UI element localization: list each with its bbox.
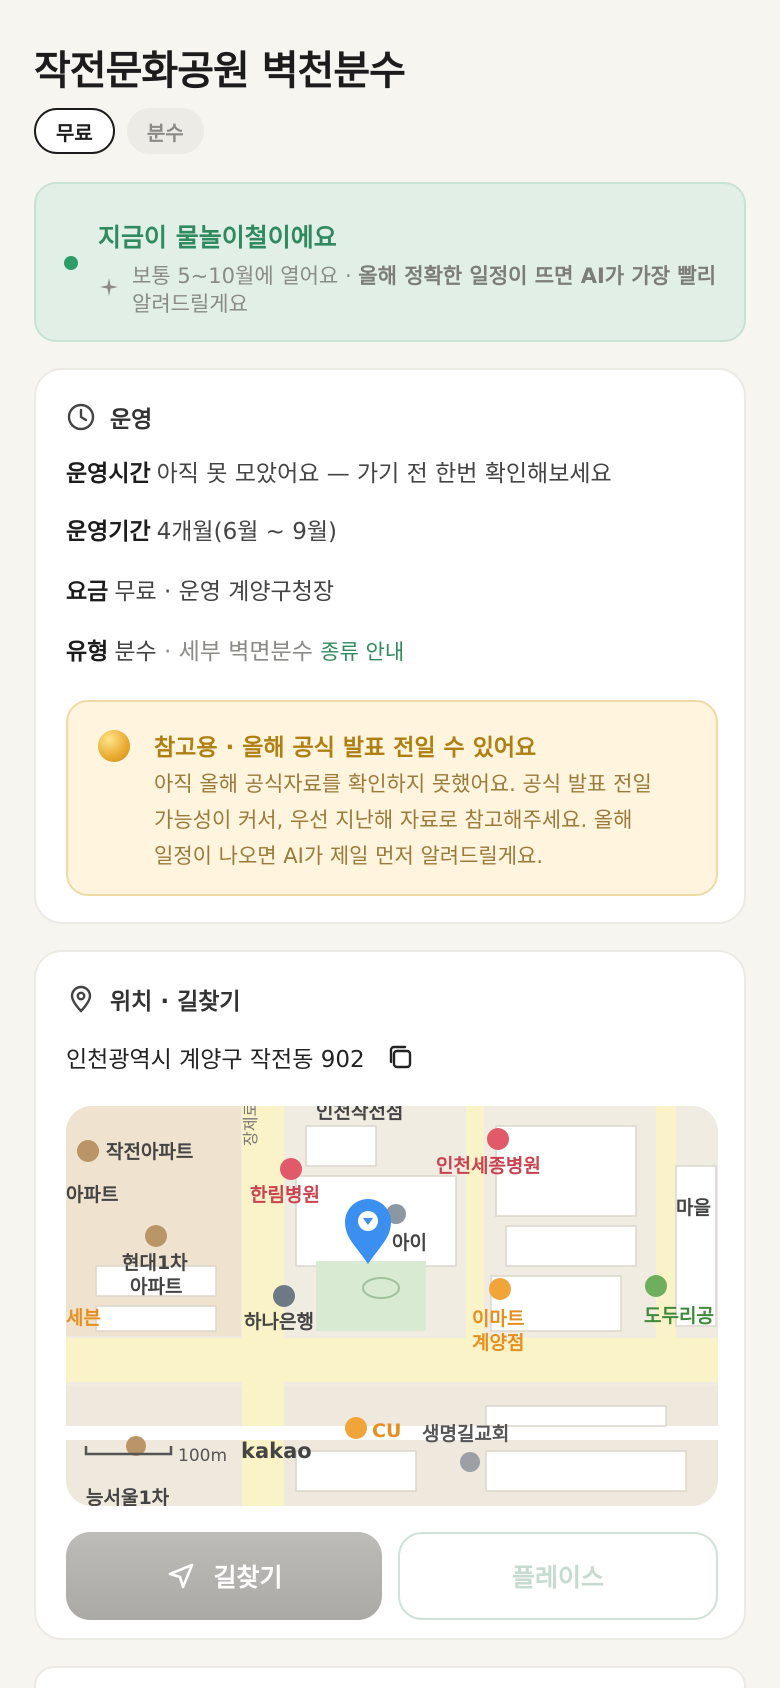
period-value: 4개월(6월 ~ 9월) [156,519,338,545]
season-sub-bold: 올해 정확한 일정이 뜨면 AI가 가장 빨리 [358,264,717,288]
map-label-apt2: 아파트 [66,1184,118,1206]
location-header: 위치 · 길찾기 [66,982,241,1016]
chip-fountain[interactable]: 분수 [126,108,204,154]
map-label-bottom: 능서울1차 [86,1487,170,1506]
notice-title: 참고용 · 올해 공식 발표 전일 수 있어요 [154,735,537,761]
coin-icon [98,730,130,762]
map-label-doduri: 도두리공 [644,1305,714,1327]
notice-line-1: 아직 올해 공식자료를 확인하지 못했어요. 공식 발표 전일 [154,772,652,796]
map-scale-label: 100m [178,1446,227,1466]
action-buttons: 길찾기 플레이스 [66,1532,718,1620]
map-label-cu: CU [372,1420,401,1442]
map-label-hospital1: 한림병원 [250,1184,320,1206]
season-subtext: 보통 5~10월에 열어요 · 올해 정확한 일정이 뜨면 AI가 가장 빨리알… [132,262,732,318]
map-label-apt1: 작전아파트 [106,1141,193,1163]
copy-icon[interactable] [385,1042,415,1072]
season-headline: 지금이 물놀이철이에요 [98,223,337,252]
row-fee: 요금 무료 · 운영 계양구청장 [66,572,334,606]
notice-line-2: 가능성이 커서, 우선 지난해 자료로 참고해주세요. 올해 [154,808,633,832]
fee-key: 요금 [66,579,109,605]
notice-line-3: 일정이 나오면 AI가 제일 먼저 알려드릴게요. [154,844,544,868]
next-card [34,1666,746,1688]
map-label-emart1: 이마트 [472,1308,524,1330]
page-title: 작전문화공원 벽천분수 [34,48,406,94]
map-label-maeul: 마을 [676,1197,711,1219]
map-label-ai: 아이 [392,1232,427,1254]
season-sub-rest: 알려드릴게요 [132,292,248,316]
type-key: 유형 [66,639,109,665]
reference-notice: 참고용 · 올해 공식 발표 전일 수 있어요 아직 올해 공식자료를 확인하지… [66,700,718,896]
address-text: 인천광역시 계양구 작전동 902 [66,1047,365,1073]
map-label-apt3a: 현대1차 [122,1252,188,1274]
map-label-top: 인천작전점 [316,1106,403,1123]
map-label-apt3b: 아파트 [130,1276,182,1298]
row-period: 운영기간 4개월(6월 ~ 9월) [66,512,337,546]
row-hours: 운영시간 아직 못 모았어요 — 가기 전 한번 확인해보세요 [66,454,612,488]
status-dot [64,256,78,270]
period-key: 운영기간 [66,519,151,545]
map-label-bank: 하나은행 [244,1311,314,1333]
operation-card: 운영 운영시간 아직 못 모았어요 — 가기 전 한번 확인해보세요 운영기간 4개… [34,368,746,924]
hours-key: 운영시간 [66,461,151,487]
map-pin-icon [70,985,92,1013]
map-label-church: 생명길교회 [422,1423,509,1445]
chip-free[interactable]: 무료 [34,108,115,154]
clock-icon [67,403,95,431]
navigation-arrow-icon [169,1563,194,1589]
hours-value: 아직 못 모았어요 — 가기 전 한번 확인해보세요 [156,461,612,487]
map-canvas[interactable]: 작전아파트 아파트 현대1차 아파트 한림병원 인천세종병원 하나은행 이마트 … [66,1106,718,1506]
type-detail: · 세부 벽면분수 [156,639,313,665]
sparkle-icon [100,278,118,296]
fee-value: 무료 · 운영 계양구청장 [114,579,335,605]
directions-button[interactable]: 길찾기 [66,1532,382,1620]
location-card: 위치 · 길찾기 인천광역시 계양구 작전동 902 작전아파트 아파트 현대1… [34,950,746,1640]
place-button[interactable]: 플레이스 [398,1532,718,1620]
type-value: 분수 [114,639,157,665]
type-guide-link[interactable]: 종류 안내 [320,640,404,664]
season-banner: 지금이 물놀이철이에요 보통 5~10월에 열어요 · 올해 정확한 일정이 뜨… [34,182,746,342]
location-heading: 위치 · 길찾기 [110,989,241,1015]
map-label-road: 장제로 [241,1106,260,1146]
operation-header: 운영 [66,400,152,434]
operation-heading: 운영 [110,407,153,433]
season-sub-plain: 보통 5~10월에 열어요 · [132,264,359,288]
detail-page: 작전문화공원 벽천분수 무료 분수 지금이 물놀이철이에요 보통 5~10월에 … [0,0,780,1688]
row-type: 유형 분수 · 세부 벽면분수 종류 안내 [66,632,404,666]
map-label-left-edge: 세븐 [66,1307,101,1329]
map-view[interactable]: 작전아파트 아파트 현대1차 아파트 한림병원 인천세종병원 하나은행 이마트 … [66,1106,718,1506]
map-label-emart2: 계양점 [472,1332,524,1354]
address-row: 인천광역시 계양구 작전동 902 [66,1040,415,1074]
map-brand-label: kakao [241,1439,312,1463]
tag-chips: 무료 분수 [34,108,204,154]
map-label-hospital2: 인천세종병원 [436,1155,541,1177]
notice-body: 아직 올해 공식자료를 확인하지 못했어요. 공식 발표 전일 가능성이 커서,… [154,766,694,874]
directions-label: 길찾기 [213,1563,283,1592]
